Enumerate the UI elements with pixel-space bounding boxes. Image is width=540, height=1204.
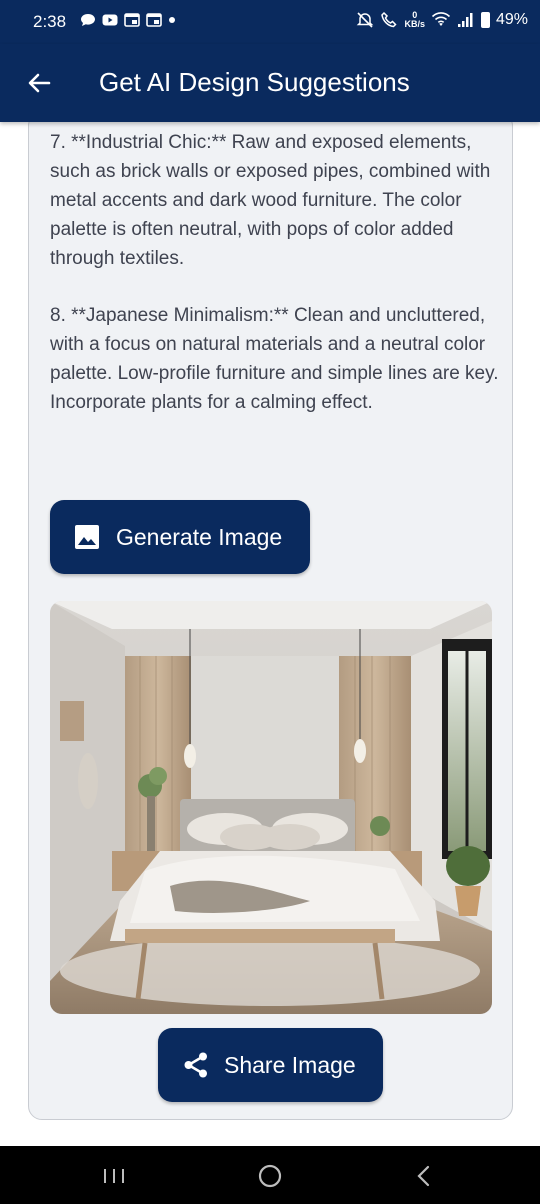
back-icon xyxy=(417,1165,430,1187)
network-speed: 0 KB/s xyxy=(404,11,425,29)
alarm-off-icon xyxy=(357,12,374,28)
system-nav-bar xyxy=(0,1146,540,1204)
share-image-button[interactable]: Share Image xyxy=(158,1028,383,1102)
youtube-icon xyxy=(102,14,118,26)
generate-image-button[interactable]: Generate Image xyxy=(50,500,310,574)
dot-icon xyxy=(169,17,175,23)
suggestion-text: 7. **Industrial Chic:** Raw and exposed … xyxy=(50,132,491,269)
suggestions-card: 7. **Industrial Chic:** Raw and exposed … xyxy=(28,122,513,1120)
calendar-icon xyxy=(124,13,140,27)
recent-apps-icon xyxy=(104,1169,124,1183)
bedroom-illustration xyxy=(50,601,492,1014)
status-right: 0 KB/s 49% xyxy=(356,11,528,29)
suggestion-text: 8. **Japanese Minimalism:** Clean and un… xyxy=(50,305,499,413)
home-icon xyxy=(258,1164,282,1188)
battery-icon xyxy=(480,12,490,28)
message-bubble-icon xyxy=(81,14,95,26)
calendar-icon xyxy=(146,13,162,27)
network-speed-unit: KB/s xyxy=(404,19,425,29)
wifi-icon xyxy=(431,12,451,26)
scroll-content[interactable]: 7. **Industrial Chic:** Raw and exposed … xyxy=(0,122,540,1146)
arrow-left-icon xyxy=(28,73,51,93)
page-title: Get AI Design Suggestions xyxy=(99,67,410,97)
status-time: 2:38 xyxy=(33,12,67,31)
signal-icon xyxy=(457,13,473,27)
notification-icons xyxy=(80,13,176,27)
recent-apps-button[interactable] xyxy=(98,1160,130,1192)
battery-level: 49% xyxy=(495,11,528,28)
share-image-label: Share Image xyxy=(224,1051,356,1078)
generate-image-label: Generate Image xyxy=(116,523,283,550)
image-icon xyxy=(75,525,99,549)
app-bar: Get AI Design Suggestions xyxy=(0,44,540,122)
generated-bedroom-image xyxy=(50,601,492,1014)
share-icon xyxy=(184,1052,207,1078)
home-button[interactable] xyxy=(254,1160,286,1192)
call-icon xyxy=(381,11,398,28)
status-bar: 2:38 0 KB/s 49% xyxy=(0,0,540,44)
nav-back-button[interactable] xyxy=(408,1160,440,1192)
back-button[interactable] xyxy=(22,66,56,100)
